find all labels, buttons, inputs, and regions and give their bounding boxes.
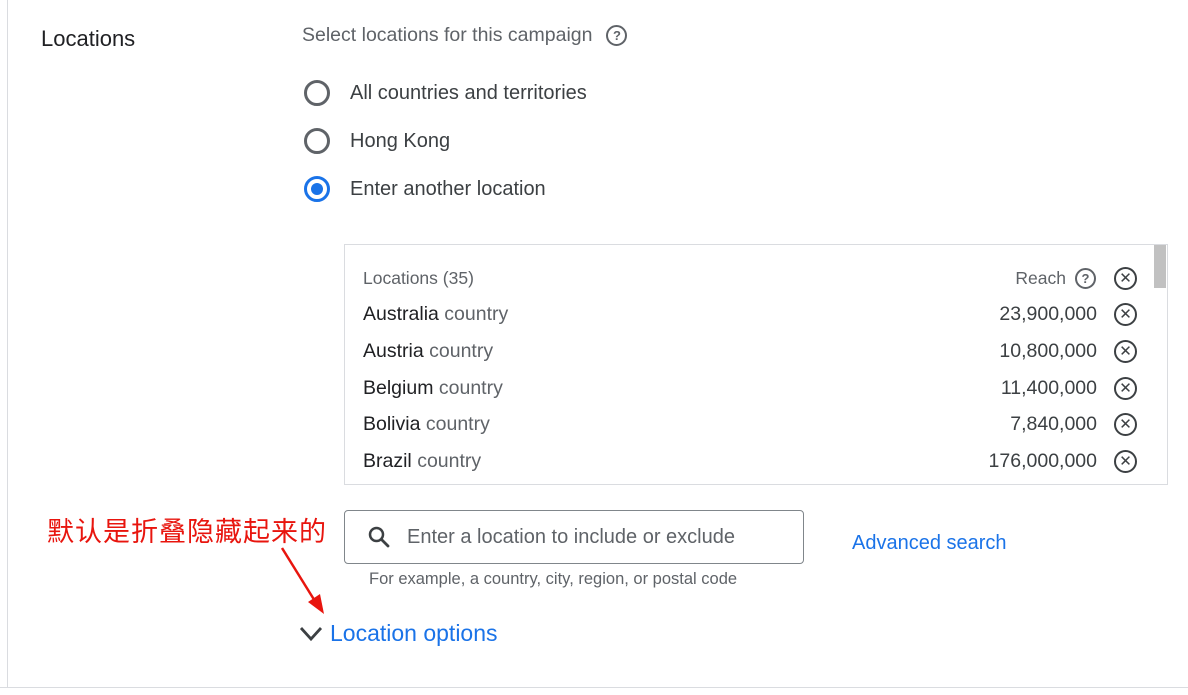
- scrollbar-thumb[interactable]: [1154, 245, 1166, 288]
- radio-enter-another-location[interactable]: Enter another location: [304, 176, 546, 202]
- location-name-text: Belgium: [363, 377, 434, 399]
- locations-list: Locations (35) Reach ? ✕ Australia count…: [344, 244, 1168, 485]
- location-name: Bolivia country: [363, 413, 490, 436]
- location-name: Belgium country: [363, 377, 503, 400]
- remove-location-icon[interactable]: ✕: [1114, 450, 1137, 473]
- location-type: country: [429, 340, 494, 362]
- location-row: Belgium country 11,400,000 ✕: [363, 377, 1137, 400]
- location-search-input[interactable]: [405, 524, 789, 550]
- radio-button-selected[interactable]: [304, 176, 330, 202]
- prompt-text: Select locations for this campaign: [302, 24, 593, 46]
- location-type: country: [417, 450, 482, 472]
- chevron-down-icon[interactable]: [298, 625, 324, 643]
- panel-left-border: [7, 0, 8, 688]
- location-row-right: 7,840,000 ✕: [1010, 413, 1137, 436]
- radio-button[interactable]: [304, 80, 330, 106]
- locations-header: Locations (35) Reach ? ✕: [363, 267, 1137, 290]
- reach-value: 7,840,000: [1010, 413, 1097, 435]
- search-hint: For example, a country, city, region, or…: [369, 570, 738, 588]
- location-prompt: Select locations for this campaign ?: [302, 24, 628, 47]
- reach-value: 11,400,000: [1000, 377, 1097, 399]
- radio-button[interactable]: [304, 128, 330, 154]
- reach-value: 23,900,000: [999, 303, 1097, 325]
- location-options-toggle[interactable]: Location options: [298, 620, 498, 647]
- help-icon[interactable]: ?: [606, 25, 628, 46]
- location-name-text: Bolivia: [363, 413, 421, 435]
- location-name: Australia country: [363, 303, 508, 326]
- remove-all-icon[interactable]: ✕: [1114, 267, 1137, 290]
- radio-label: Hong Kong: [350, 129, 451, 152]
- remove-location-icon[interactable]: ✕: [1114, 413, 1137, 436]
- location-options-label: Location options: [330, 620, 498, 646]
- reach-value: 176,000,000: [988, 450, 1097, 472]
- location-row: Austria country 10,800,000 ✕: [363, 340, 1137, 363]
- locations-count-label: Locations (35): [363, 268, 474, 288]
- location-type: country: [438, 377, 503, 399]
- help-icon[interactable]: ?: [1075, 268, 1096, 289]
- location-name: Austria country: [363, 340, 493, 363]
- radio-label: All countries and territories: [350, 81, 587, 104]
- remove-location-icon[interactable]: ✕: [1114, 377, 1137, 400]
- location-search-field[interactable]: [344, 510, 804, 564]
- location-row: Australia country 23,900,000 ✕: [363, 303, 1137, 326]
- reach-value: 10,800,000: [999, 340, 1097, 362]
- location-row: Brazil country 176,000,000 ✕: [363, 450, 1137, 473]
- radio-hong-kong[interactable]: Hong Kong: [304, 128, 450, 154]
- location-row: Bolivia country 7,840,000 ✕: [363, 413, 1137, 436]
- reach-header: Reach ? ✕: [1015, 267, 1137, 290]
- location-row-right: 176,000,000 ✕: [989, 450, 1137, 473]
- location-name-text: Austria: [363, 340, 424, 362]
- annotation-arrow-icon: [280, 547, 324, 614]
- location-row-right: 23,900,000 ✕: [999, 303, 1137, 326]
- remove-location-icon[interactable]: ✕: [1114, 303, 1137, 326]
- location-name: Brazil country: [363, 450, 481, 473]
- location-type: country: [425, 413, 490, 435]
- location-name-text: Brazil: [363, 450, 412, 472]
- search-icon: [368, 526, 390, 548]
- location-row-right: 10,800,000 ✕: [999, 340, 1137, 363]
- location-row-right: 11,400,000 ✕: [1001, 377, 1137, 400]
- section-title: Locations: [41, 26, 136, 51]
- radio-all-countries[interactable]: All countries and territories: [304, 80, 587, 106]
- remove-location-icon[interactable]: ✕: [1114, 340, 1137, 363]
- location-name-text: Australia: [363, 303, 439, 325]
- location-type: country: [444, 303, 509, 325]
- advanced-search-link[interactable]: Advanced search: [852, 532, 1007, 555]
- reach-label: Reach: [1015, 268, 1066, 288]
- radio-label: Enter another location: [350, 177, 546, 200]
- panel-bottom-border: [0, 687, 1188, 688]
